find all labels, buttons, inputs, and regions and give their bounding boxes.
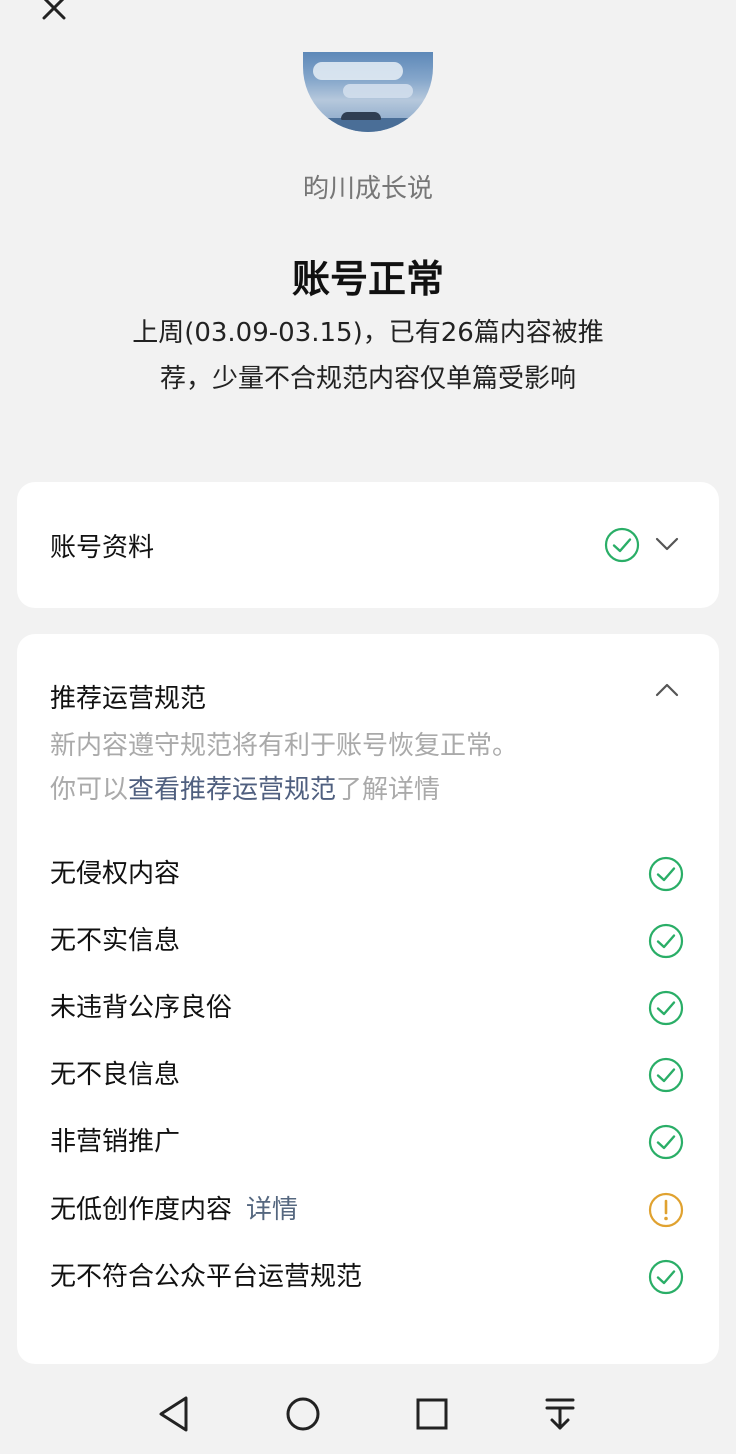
rule-row: 无不实信息 [50,921,690,961]
rules-desc-line1: 新内容遵守规范将有利于账号恢复正常。 [50,731,519,761]
check-circle-icon [648,1124,684,1160]
rules-description: 新内容遵守规范将有利于账号恢复正常。 你可以查看推荐运营规范了解详情 [50,724,670,812]
back-triangle-icon[interactable] [156,1394,192,1434]
check-circle-icon [648,856,684,892]
check-circle-icon [604,527,640,563]
home-circle-icon[interactable] [284,1394,322,1434]
rules-desc-line2: 你可以查看推荐运营规范了解详情 [50,775,441,805]
rule-label: 非营销推广 [50,1127,181,1157]
rule-label: 无低创作度内容 详情 [50,1195,299,1225]
rule-row: 无侵权内容 [50,854,690,894]
status-description: 上周(03.09-03.15)，已有26篇内容被推荐，少量不合规范内容仅单篇受影… [132,318,604,394]
account-name: 昀川成长说 [302,174,433,204]
chevron-down-icon[interactable] [653,532,681,556]
rule-row: 无不良信息 [50,1055,690,1095]
rules-card: 推荐运营规范 新内容遵守规范将有利于账号恢复正常。 你可以查看推荐运营规范了解详… [17,634,719,1364]
rule-row: 未违背公序良俗 [50,988,690,1028]
rule-detail-link[interactable]: 详情 [246,1195,298,1225]
chevron-up-icon[interactable] [653,678,681,702]
check-circle-icon [648,990,684,1026]
close-icon [42,0,66,20]
account-profile-card[interactable]: 账号资料 [17,482,719,608]
check-circle-icon [648,923,684,959]
system-navigation-bar [0,1376,736,1454]
warning-circle-icon [648,1192,684,1228]
rule-label: 无不实信息 [50,926,181,956]
rule-label: 无不符合公众平台运营规范 [50,1262,363,1292]
status-title: 账号正常 [291,257,444,301]
view-rules-link[interactable]: 查看推荐运营规范 [128,775,336,805]
rules-card-title: 推荐运营规范 [50,684,207,714]
recents-square-icon[interactable] [414,1394,450,1434]
avatar[interactable] [303,52,433,132]
rule-label: 未违背公序良俗 [50,993,233,1023]
page: 昀川成长说 账号正常 上周(03.09-03.15)，已有26篇内容被推荐，少量… [0,0,736,1454]
rule-label: 无不良信息 [50,1060,181,1090]
check-circle-icon [648,1057,684,1093]
rule-row-warning: 无低创作度内容 详情 [50,1190,690,1230]
rule-row: 无不符合公众平台运营规范 [50,1257,690,1297]
rule-label: 无侵权内容 [50,859,181,889]
menu-down-icon[interactable] [542,1394,578,1434]
account-profile-label: 账号资料 [50,533,155,563]
check-circle-icon [648,1259,684,1295]
rule-row: 非营销推广 [50,1122,690,1162]
close-button[interactable] [32,0,76,30]
